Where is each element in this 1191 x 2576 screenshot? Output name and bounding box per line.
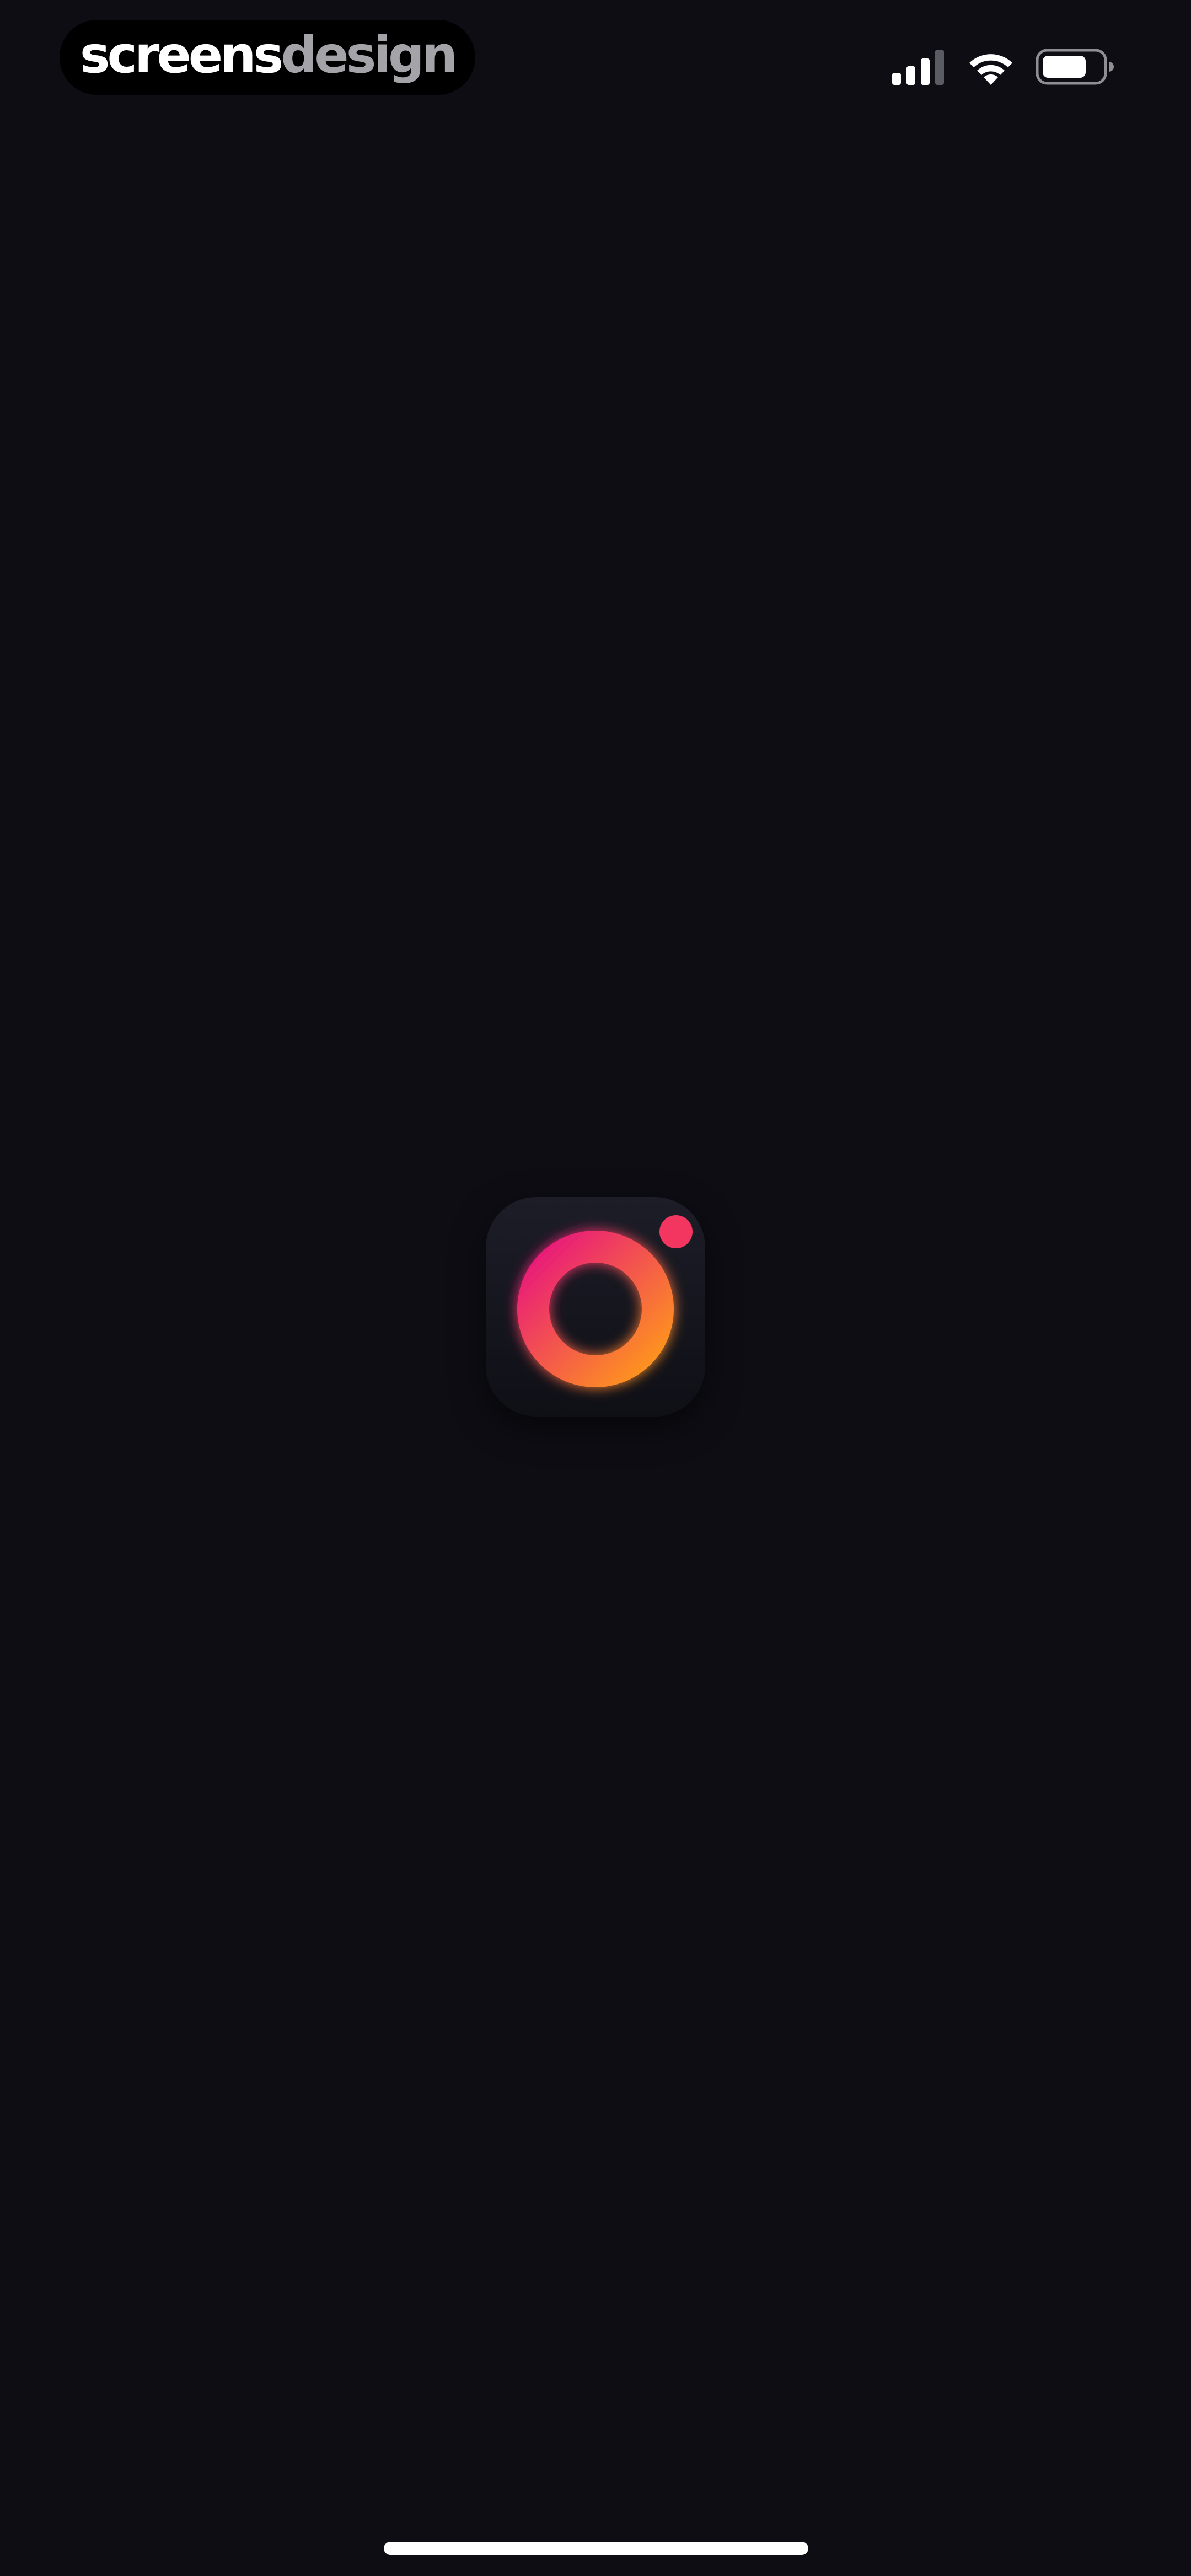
watermark-text-part-1: screens [79, 25, 284, 84]
home-indicator[interactable] [384, 2542, 808, 2555]
battery-icon [1036, 49, 1114, 85]
watermark-text: screensdesign [80, 30, 458, 81]
wifi-icon [966, 49, 1016, 85]
splash-screen: screensdesign [0, 0, 1191, 2576]
watermark-text-part-2: design [281, 25, 458, 84]
cellular-signal-icon [892, 49, 946, 85]
screensdesign-watermark: screensdesign [60, 20, 475, 95]
status-bar-icons [892, 49, 1114, 85]
app-icon [486, 1197, 705, 1417]
